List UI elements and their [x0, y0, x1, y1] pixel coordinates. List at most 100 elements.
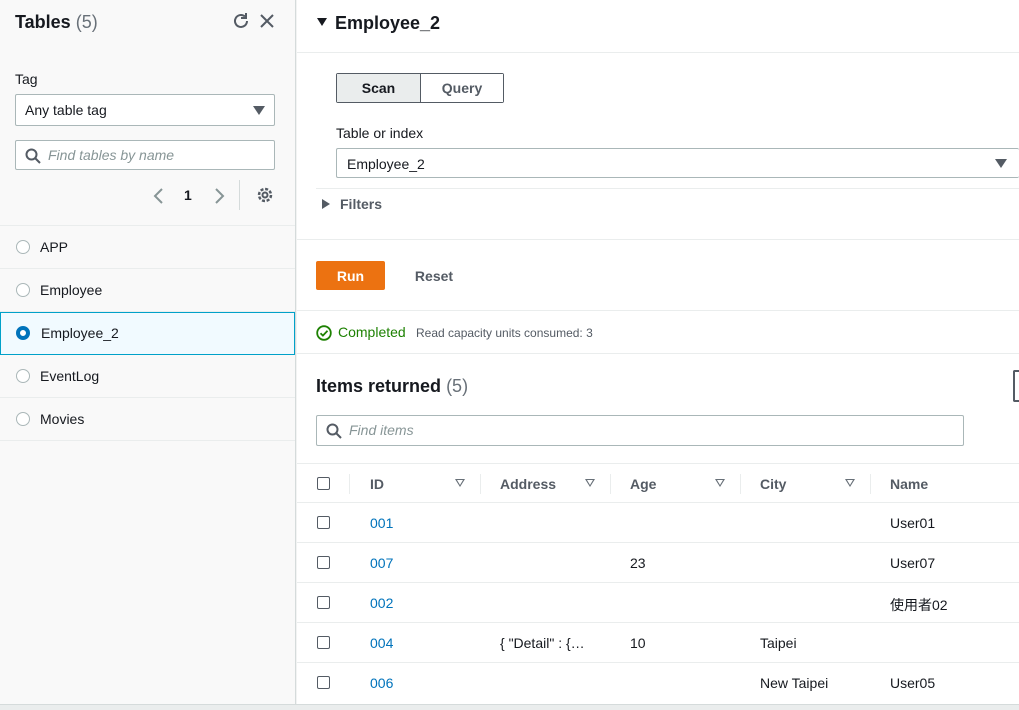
row-checkbox[interactable]: [317, 676, 330, 689]
row-checkbox[interactable]: [317, 556, 330, 569]
radio-button[interactable]: [16, 412, 30, 426]
tag-select[interactable]: Any table tag: [15, 94, 275, 126]
cell-city: Taipei: [760, 635, 797, 651]
table-search-input[interactable]: [48, 145, 255, 165]
sort-icon[interactable]: [715, 479, 725, 487]
tables-heading: Tables (5): [15, 12, 98, 33]
divider: [239, 180, 240, 210]
table-item-label: Movies: [40, 411, 85, 427]
mode-toggle: Scan Query: [336, 73, 504, 103]
table-item-label: APP: [40, 239, 69, 255]
refresh-icon[interactable]: [230, 10, 252, 32]
sort-icon[interactable]: [585, 479, 595, 487]
chevron-left-icon[interactable]: [152, 187, 166, 205]
tables-title: Tables: [15, 12, 71, 32]
table-item-employee-2[interactable]: Employee_2: [0, 312, 295, 355]
table-search: [15, 140, 275, 170]
divider: [297, 310, 1019, 311]
query-button[interactable]: Query: [421, 74, 503, 102]
row-checkbox[interactable]: [317, 636, 330, 649]
tag-label: Tag: [15, 71, 38, 87]
row-checkbox[interactable]: [317, 516, 330, 529]
pagination: 1: [150, 180, 280, 210]
caret-down-icon: [317, 18, 327, 26]
caret-down-icon: [995, 159, 1007, 168]
radio-button-selected[interactable]: [16, 326, 30, 340]
column-divider: [870, 474, 871, 494]
divider: [297, 52, 1019, 53]
tables-count: (5): [75, 12, 98, 32]
filters-label: Filters: [340, 196, 383, 212]
caret-right-icon: [322, 199, 330, 209]
item-id-link[interactable]: 002: [370, 595, 393, 611]
tables-panel: Tables (5) Tag Any table tag 1 APP Emplo…: [0, 0, 296, 704]
cell-city: New Taipei: [760, 675, 829, 691]
cell-name: 使用者02: [890, 597, 948, 613]
gear-icon[interactable]: [256, 186, 274, 204]
filters-expander[interactable]: Filters: [322, 196, 382, 212]
item-id-link[interactable]: 004: [370, 635, 393, 651]
table-row: 007 23 User07: [297, 543, 1019, 583]
column-divider: [480, 474, 481, 494]
chevron-right-icon[interactable]: [212, 187, 226, 205]
column-divider: [610, 474, 611, 494]
table-item-movies[interactable]: Movies: [0, 398, 295, 441]
radio-button[interactable]: [16, 369, 30, 383]
table-title-text: Employee_2: [335, 13, 441, 33]
table-row: 004 { "Detail" : {… 10 Taipei: [297, 623, 1019, 663]
table-or-index-select[interactable]: Employee_2: [336, 148, 1019, 178]
column-divider: [349, 474, 350, 494]
table-item-employee[interactable]: Employee: [0, 269, 295, 312]
table-title[interactable]: Employee_2: [317, 13, 440, 34]
table-item-label: EventLog: [40, 368, 100, 384]
sort-icon[interactable]: [845, 479, 855, 487]
close-icon[interactable]: [256, 10, 278, 32]
scan-button[interactable]: Scan: [337, 74, 421, 102]
search-icon: [326, 423, 342, 439]
items-table-header: ID Address Age City Name: [297, 463, 1019, 503]
tag-select-value: Any table tag: [25, 102, 107, 118]
table-or-index-value: Employee_2: [347, 156, 425, 172]
cell-name: User01: [890, 515, 936, 531]
column-header-id[interactable]: ID: [370, 476, 384, 492]
table-item-eventlog[interactable]: EventLog: [0, 355, 295, 398]
items-count: (5): [446, 376, 469, 396]
divider: [316, 188, 1019, 189]
item-id-link[interactable]: 006: [370, 675, 393, 691]
items-search-input[interactable]: [349, 420, 866, 440]
table-item-app[interactable]: APP: [0, 226, 295, 269]
column-header-city[interactable]: City: [760, 476, 786, 492]
column-divider: [740, 474, 741, 494]
check-circle-icon: [316, 325, 332, 341]
row-checkbox[interactable]: [317, 596, 330, 609]
table-item-label: Employee_2: [41, 325, 119, 341]
items-search: [316, 415, 964, 446]
horizontal-scrollbar[interactable]: [0, 704, 1019, 710]
item-id-link[interactable]: 007: [370, 555, 393, 571]
table-row: 006 New Taipei User05: [297, 663, 1019, 703]
table-row: 002 使用者02: [297, 583, 1019, 623]
table-item-label: Employee: [40, 282, 103, 298]
column-header-age[interactable]: Age: [630, 476, 656, 492]
column-header-name[interactable]: Name: [890, 476, 928, 492]
cell-name: User07: [890, 555, 936, 571]
status-detail: Read capacity units consumed: 3: [416, 326, 593, 340]
cell-address: { "Detail" : {…: [500, 635, 585, 651]
radio-button[interactable]: [16, 283, 30, 297]
item-id-link[interactable]: 001: [370, 515, 393, 531]
cell-name: User05: [890, 675, 936, 691]
cell-age: 23: [630, 555, 646, 571]
reset-button[interactable]: Reset: [402, 261, 466, 290]
search-icon: [25, 148, 41, 164]
actions-button[interactable]: [1013, 370, 1019, 402]
radio-button[interactable]: [16, 240, 30, 254]
page-number[interactable]: 1: [184, 187, 192, 203]
column-header-address[interactable]: Address: [500, 476, 556, 492]
status-text: Completed: [338, 324, 406, 340]
run-button[interactable]: Run: [316, 261, 385, 290]
table-list: APP Employee Employee_2 EventLog Movies: [0, 225, 295, 441]
select-all-checkbox[interactable]: [317, 477, 330, 490]
divider: [297, 239, 1019, 240]
table-or-index-label: Table or index: [336, 125, 424, 141]
sort-icon[interactable]: [455, 479, 465, 487]
